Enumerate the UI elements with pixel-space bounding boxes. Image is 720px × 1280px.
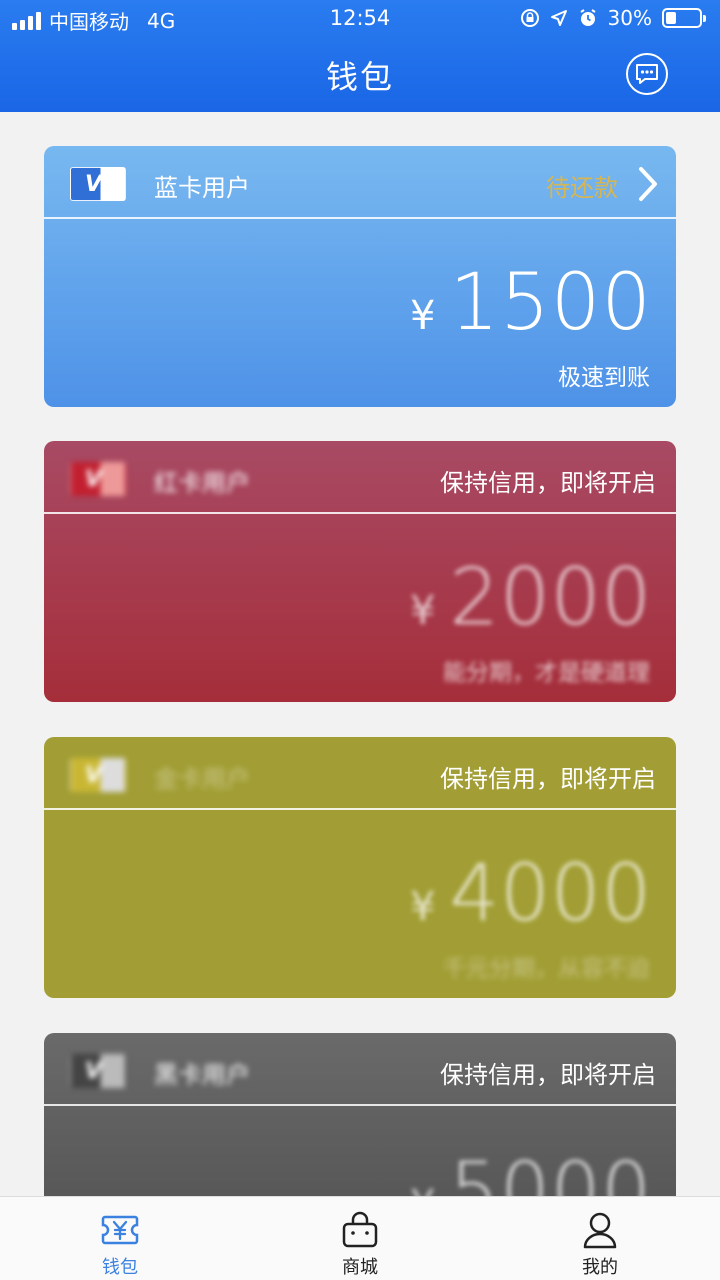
- battery-percent: 30%: [607, 6, 652, 30]
- currency-symbol: ¥: [410, 884, 436, 930]
- black-card[interactable]: V 黑卡用户 保持信用，即将开启 ¥ 5000: [44, 1033, 676, 1213]
- location-icon: [550, 10, 567, 26]
- amount-value: 2000: [449, 553, 652, 643]
- red-card[interactable]: V 红卡用户 保持信用，即将开启 ¥ 2000 能分期，才是硬道理: [44, 441, 676, 702]
- card-divider: [44, 808, 676, 810]
- v-logo-icon: V: [70, 758, 126, 792]
- alarm-icon: [579, 9, 596, 26]
- card-amount: ¥ 4000: [410, 855, 652, 933]
- amount-value: 1500: [449, 258, 652, 348]
- orientation-lock-icon: [520, 9, 539, 27]
- repayment-status[interactable]: 待还款: [546, 168, 618, 203]
- gold-card[interactable]: V 金卡用户 保持信用，即将开启 ¥ 4000 千元分期，从容不迫: [44, 737, 676, 998]
- card-name: 红卡用户: [154, 469, 250, 497]
- tab-label: 我的: [582, 1257, 618, 1278]
- card-divider: [44, 1104, 676, 1106]
- blue-card[interactable]: V 蓝卡用户 待还款 ¥ 1500 极速到账: [44, 146, 676, 407]
- message-button[interactable]: [626, 53, 668, 95]
- card-amount: ¥ 1500: [410, 264, 652, 342]
- app-header: 中国移动 4G 12:54 30% 钱包: [0, 0, 720, 112]
- v-logo-icon: V: [70, 1054, 126, 1088]
- card-name: 黑卡用户: [154, 1061, 250, 1089]
- card-name: 金卡用户: [154, 765, 250, 793]
- currency-symbol: ¥: [410, 588, 436, 634]
- card-note: 保持信用，即将开启: [440, 765, 656, 793]
- card-note: 保持信用，即将开启: [440, 1061, 656, 1089]
- card-amount: ¥ 2000: [410, 559, 652, 637]
- card-subtitle: 千元分期，从容不迫: [443, 956, 650, 982]
- card-header: V 黑卡用户 保持信用，即将开启: [44, 1033, 676, 1105]
- tab-mall[interactable]: 商城: [240, 1197, 480, 1280]
- shopping-bag-icon: [342, 1211, 378, 1248]
- page-title: 钱包: [325, 58, 394, 96]
- tab-label: 钱包: [102, 1257, 138, 1278]
- v-logo-icon: V: [70, 462, 126, 496]
- card-divider: [44, 512, 676, 514]
- wallet-yen-icon: [101, 1215, 139, 1245]
- status-right: 30%: [520, 6, 706, 30]
- currency-symbol: ¥: [410, 293, 436, 339]
- card-note: 保持信用，即将开启: [440, 469, 656, 497]
- tab-mine[interactable]: 我的: [480, 1197, 720, 1280]
- battery-icon: [662, 8, 706, 28]
- amount-value: 4000: [449, 849, 652, 939]
- card-divider: [44, 217, 676, 219]
- card-header: V 金卡用户 保持信用，即将开启: [44, 737, 676, 809]
- card-name: 蓝卡用户: [154, 174, 250, 202]
- status-bar: 中国移动 4G 12:54 30%: [0, 0, 720, 38]
- card-header: V 蓝卡用户 待还款: [44, 146, 676, 218]
- card-subtitle: 极速到账: [558, 365, 650, 391]
- tab-wallet[interactable]: 钱包: [0, 1197, 240, 1280]
- chat-bubble-icon: [636, 64, 658, 84]
- card-header: V 红卡用户 保持信用，即将开启: [44, 441, 676, 513]
- card-subtitle: 能分期，才是硬道理: [443, 660, 650, 686]
- tab-label: 商城: [342, 1257, 378, 1278]
- tab-bar: 钱包 商城 我的: [0, 1196, 720, 1280]
- chevron-right-icon[interactable]: [636, 166, 660, 202]
- v-logo-icon: V: [70, 167, 126, 201]
- user-icon: [583, 1212, 617, 1249]
